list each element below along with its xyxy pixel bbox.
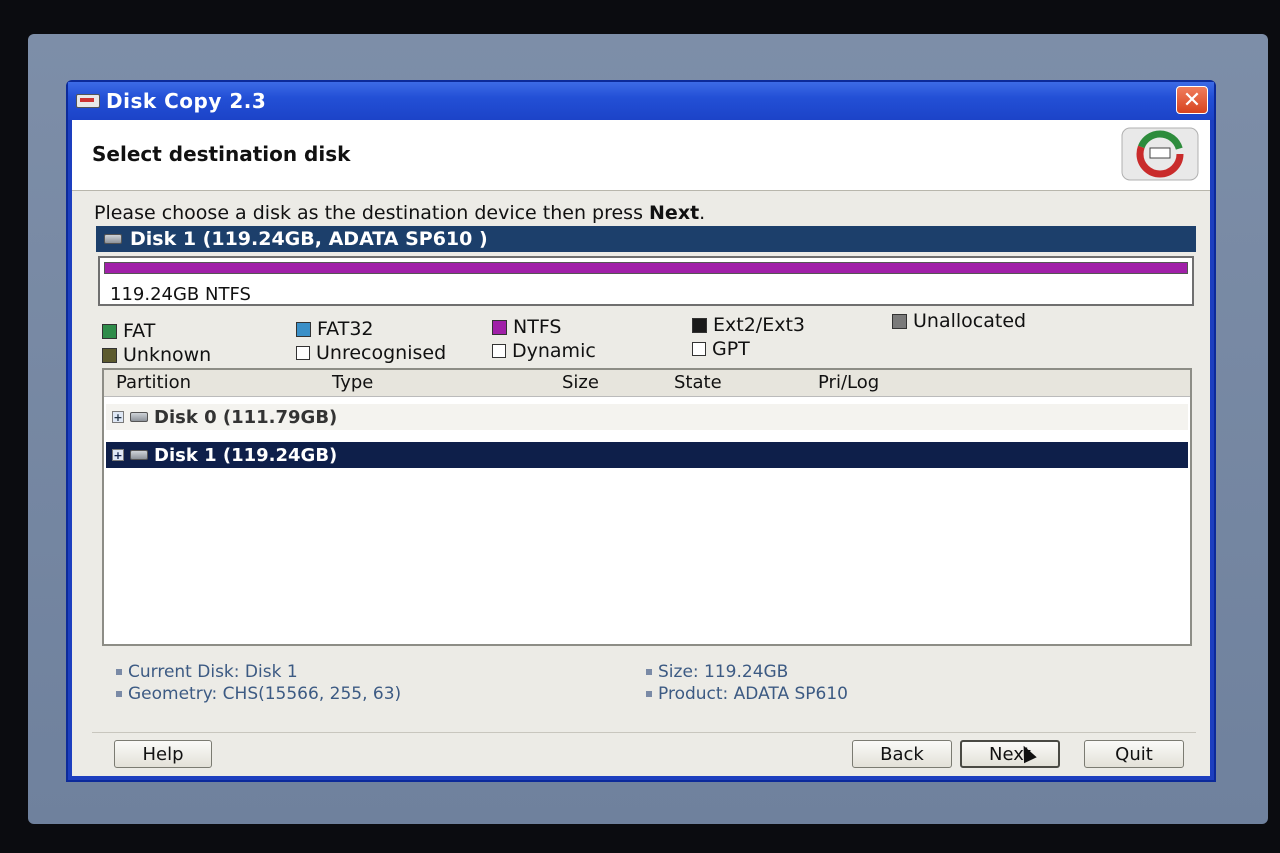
unrecognised-box-icon <box>296 346 310 360</box>
instruction-text: Please choose a disk as the destination … <box>94 202 706 224</box>
table-row-disk-1[interactable]: + Disk 1 (119.24GB) <box>106 442 1188 468</box>
ntfs-partition-block[interactable] <box>104 262 1188 274</box>
disk-row-label: Disk 0 (111.79GB) <box>154 406 338 428</box>
close-button[interactable]: ✕ <box>1176 86 1208 114</box>
column-header-partition[interactable]: Partition <box>116 372 191 393</box>
info-geometry: Geometry: CHS(15566, 255, 63) <box>116 684 401 704</box>
unknown-swatch-icon <box>102 347 117 363</box>
info-current-disk: Current Disk: Disk 1 <box>116 662 298 682</box>
bullet-icon <box>116 669 122 675</box>
disk-info-panel: Current Disk: Disk 1 Geometry: CHS(15566… <box>116 662 1176 712</box>
disk-list-table[interactable]: Partition Type Size State Pri/Log + Disk… <box>102 368 1192 646</box>
column-header-state[interactable]: State <box>674 372 722 393</box>
expand-icon[interactable]: + <box>112 449 124 461</box>
window-client-area: Select destination disk Please choose a … <box>72 120 1210 776</box>
info-size: Size: 119.24GB <box>646 662 788 682</box>
column-header-type[interactable]: Type <box>332 372 373 393</box>
legend-unrecognised: Unrecognised <box>296 342 446 364</box>
button-separator <box>92 732 1196 733</box>
table-header: Partition Type Size State Pri/Log <box>104 370 1190 397</box>
legend-fat: FAT <box>102 320 155 342</box>
wizard-header: Select destination disk <box>72 120 1210 191</box>
quit-button[interactable]: Quit <box>1084 740 1184 768</box>
bullet-icon <box>646 669 652 675</box>
selected-disk-label: Disk 1 (119.24GB, ADATA SP610 ) <box>130 228 488 250</box>
ntfs-swatch-icon <box>492 319 507 335</box>
legend-fat32: FAT32 <box>296 318 374 340</box>
legend-ext: Ext2/Ext3 <box>692 314 805 336</box>
ext-swatch-icon <box>692 317 707 333</box>
fat32-swatch-icon <box>296 321 311 337</box>
info-product: Product: ADATA SP610 <box>646 684 848 704</box>
column-header-size[interactable]: Size <box>562 372 599 393</box>
disk-partition-map[interactable]: 119.24GB NTFS <box>98 256 1194 306</box>
selected-disk-bar: Disk 1 (119.24GB, ADATA SP610 ) <box>96 226 1196 252</box>
title-bar[interactable]: Disk Copy 2.3 ✕ <box>68 82 1214 120</box>
next-button[interactable]: Next <box>960 740 1060 768</box>
hard-disk-icon <box>104 234 122 244</box>
unallocated-swatch-icon <box>892 313 907 329</box>
bullet-icon <box>646 691 652 697</box>
page-title: Select destination disk <box>92 142 351 166</box>
bullet-icon <box>116 691 122 697</box>
expand-icon[interactable]: + <box>112 411 124 423</box>
gpt-box-icon <box>692 342 706 356</box>
table-row-disk-0[interactable]: + Disk 0 (111.79GB) <box>106 404 1188 430</box>
legend-unallocated: Unallocated <box>892 310 1026 332</box>
legend-dynamic: Dynamic <box>492 340 596 362</box>
app-icon <box>76 94 100 108</box>
back-button[interactable]: Back <box>852 740 952 768</box>
app-logo-icon <box>1121 127 1199 181</box>
help-button[interactable]: Help <box>114 740 212 768</box>
fat-swatch-icon <box>102 323 117 339</box>
filesystem-legend: FAT FAT32 NTFS Ext2/Ext3 Unallocated Unk… <box>102 310 1202 366</box>
legend-ntfs: NTFS <box>492 316 561 338</box>
legend-unknown: Unknown <box>102 344 211 366</box>
hard-disk-icon <box>130 412 148 422</box>
window-title: Disk Copy 2.3 <box>106 89 267 113</box>
disk-row-label: Disk 1 (119.24GB) <box>154 444 338 466</box>
column-header-pri-log[interactable]: Pri/Log <box>818 372 879 393</box>
disk-copy-window: Disk Copy 2.3 ✕ Select destination disk … <box>66 80 1216 782</box>
legend-gpt: GPT <box>692 338 750 360</box>
partition-map-label: 119.24GB NTFS <box>110 284 251 305</box>
hard-disk-icon <box>130 450 148 460</box>
dynamic-box-icon <box>492 344 506 358</box>
